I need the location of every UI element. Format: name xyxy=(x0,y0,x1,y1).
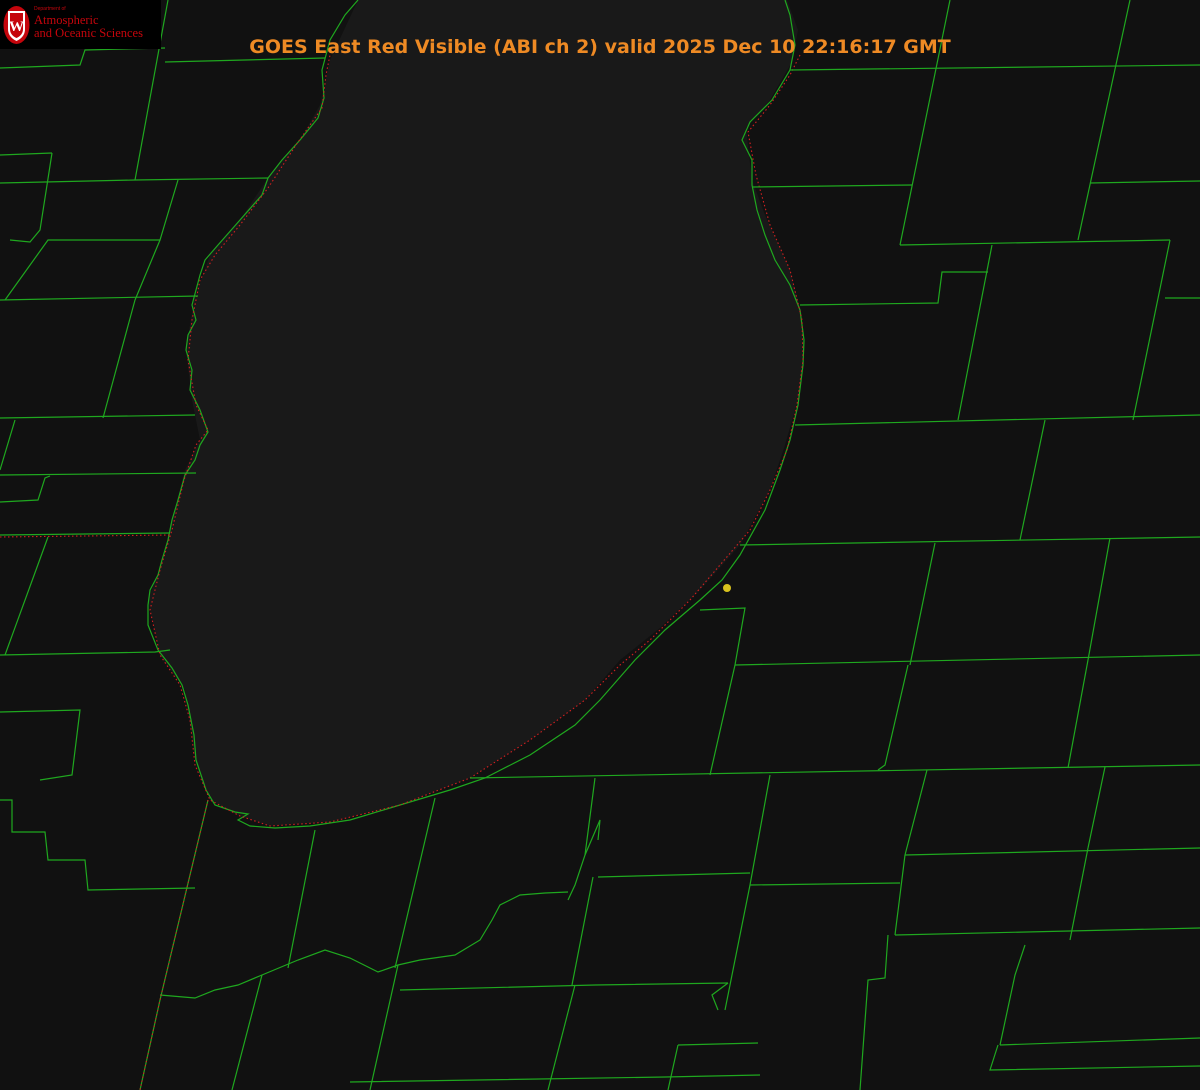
logo-department-label: Department of xyxy=(34,6,66,12)
image-title: GOES East Red Visible (ABI ch 2) valid 2… xyxy=(249,36,951,58)
satellite-map xyxy=(0,0,1200,1090)
location-marker xyxy=(723,584,731,592)
svg-text:W: W xyxy=(9,19,24,35)
